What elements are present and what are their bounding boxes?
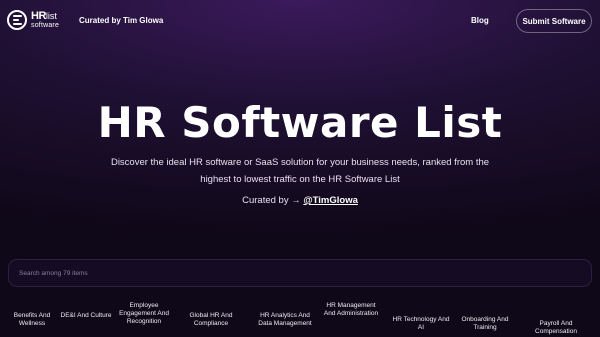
search-input[interactable] [8, 259, 592, 287]
category-global-hr[interactable]: Global HR And Compliance [181, 312, 241, 328]
logo-software-text: software [31, 22, 60, 29]
category-engagement[interactable]: Employee Engagement And Recognition [114, 302, 174, 326]
curated-line: Curated by → @TimGlowa [0, 195, 600, 206]
category-dei[interactable]: DE&I And Culture [56, 312, 116, 320]
category-hr-analytics[interactable]: HR Analytics And Data Management [255, 312, 315, 328]
category-payroll[interactable]: Payroll And Compensation [526, 320, 586, 336]
curator-handle-link[interactable]: @TimGlowa [303, 195, 358, 206]
blog-link[interactable]: Blog [471, 16, 489, 25]
top-navigation: HRlist software Curated by Tim Glowa Blo… [0, 0, 600, 42]
logo-wordmark: HRlist software [31, 10, 59, 30]
logo-list-text: list [45, 11, 57, 21]
category-hr-management[interactable]: HR Management And Administration [321, 302, 381, 318]
submit-software-button[interactable]: Submit Software [516, 9, 592, 33]
curated-by-text: Curated by Tim Glowa [79, 16, 164, 25]
curated-prefix: Curated by → [242, 195, 301, 206]
category-list: Benefits And Wellness DE&I And Culture E… [0, 302, 600, 337]
list-icon [7, 10, 27, 30]
page-title: HR Software List [97, 98, 503, 147]
site-logo[interactable]: HRlist software [7, 10, 59, 30]
hero-subtitle: Discover the ideal HR software or SaaS s… [110, 157, 490, 185]
category-onboarding[interactable]: Onboarding And Training [455, 316, 515, 332]
category-benefits[interactable]: Benefits And Wellness [2, 312, 62, 328]
category-hr-technology[interactable]: HR Technology And AI [391, 316, 451, 332]
